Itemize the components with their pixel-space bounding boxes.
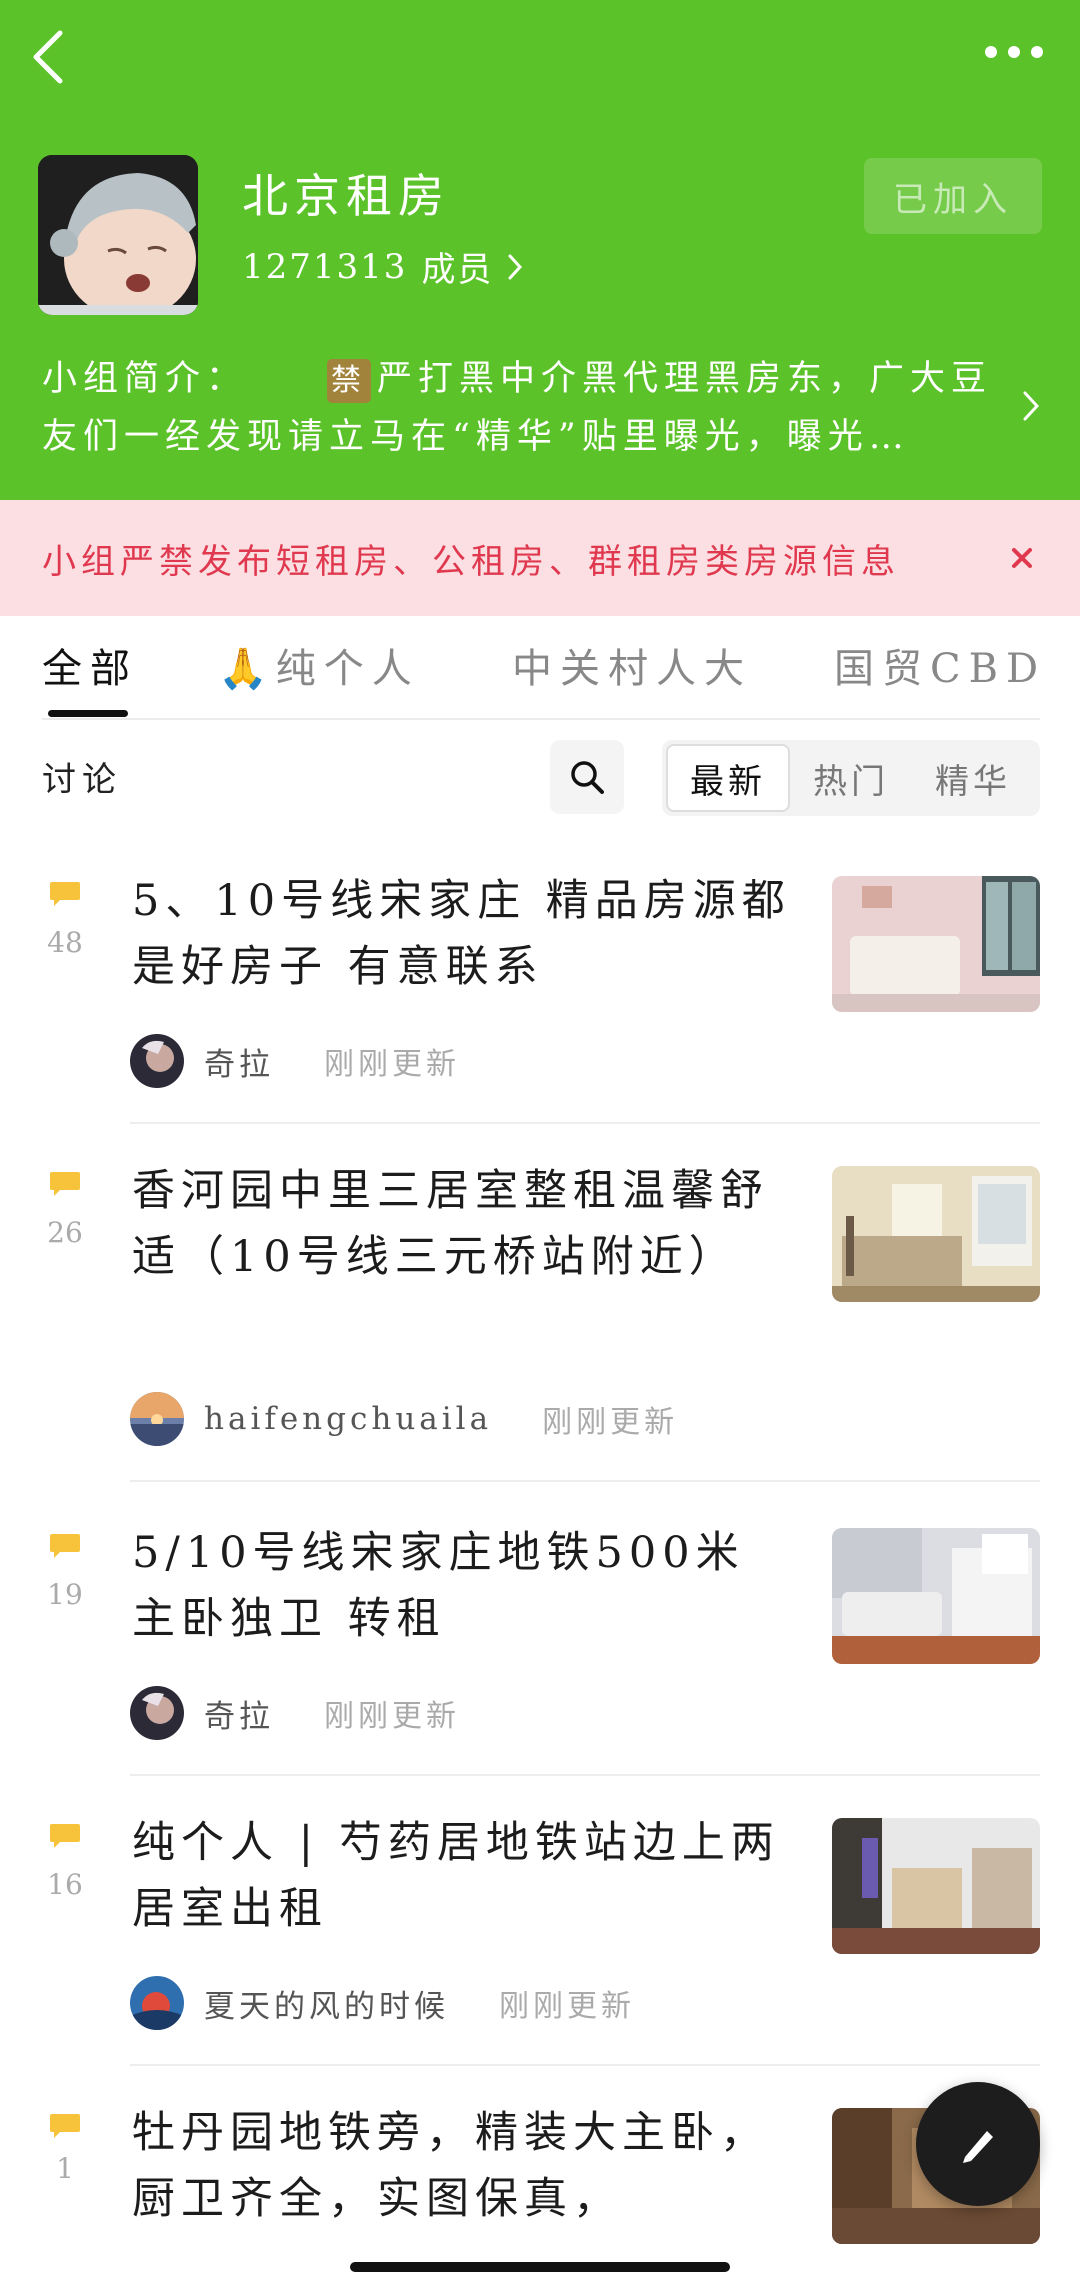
sort-featured[interactable]: 精华 [912,744,1034,812]
post-time: 刚刚更新 [499,1989,635,2024]
comment-icon [50,1534,80,1558]
tab-individual[interactable]: 🙏纯个人 [218,636,420,694]
member-label: 成员 [421,250,494,290]
member-count: 1271313 [242,246,408,287]
group-header: 北京租房 1271313 成员 已加入 小组简介：禁严打黑中介黑代理黑房东，广大… [0,0,1080,500]
post-thumbnail[interactable] [832,876,1040,1012]
comment-icon [50,2114,80,2138]
chevron-right-icon [508,254,523,279]
author-avatar[interactable] [130,1034,184,1088]
comment-count: 26 [47,1216,83,1249]
sort-toggle: 最新 热门 精华 [662,740,1040,816]
author-avatar[interactable] [130,1392,184,1446]
search-icon [571,761,604,794]
chevron-left-icon [33,30,63,84]
notice-text: 小组严禁发布短租房、公租房、群租房类房源信息 [42,541,900,582]
post-time: 刚刚更新 [324,1047,460,1082]
comment-icon [50,1172,80,1196]
more-dots-icon [985,46,1043,58]
post-title[interactable]: 5、10号线宋家庄 精品房源都是好房子 有意联系 [132,868,792,1000]
post-meta: haifengchuaila 刚刚更新 [130,1392,678,1446]
pencil-icon [963,2131,993,2163]
post-meta: 奇拉 刚刚更新 [130,1686,460,1740]
author-name[interactable]: 夏天的风的时候 [204,1981,449,2026]
divider [130,1480,1040,1482]
discussion-label: 讨论 [42,760,122,800]
post-title[interactable]: 牡丹园地铁旁，精装大主卧，厨卫齐全，实图保真， [132,2100,792,2232]
group-intro[interactable]: 小组简介：禁严打黑中介黑代理黑房东，广大豆友们一经发现请立马在“精华”贴里曝光，… [42,350,1002,466]
rules-notice: 小组严禁发布短租房、公租房、群租房类房源信息 [0,500,1080,616]
comment-icon [50,882,80,906]
close-icon[interactable] [1002,538,1042,578]
tab-guomao[interactable]: 国贸CBD [834,636,1046,694]
author-name[interactable]: haifengchuaila [204,1401,492,1437]
comment-icon [50,1824,80,1848]
sort-hot[interactable]: 热门 [790,744,912,812]
post-thumbnail[interactable] [832,1528,1040,1664]
post-title[interactable]: 纯个人 | 芍药居地铁站边上两居室出租 [132,1810,792,1942]
home-indicator [350,2262,730,2272]
post-meta: 夏天的风的时候 刚刚更新 [130,1976,635,2030]
divider [42,718,1040,720]
intro-label: 小组简介： [42,359,248,399]
post-title[interactable]: 香河园中里三居室整租温馨舒适（10号线三元桥站附近） [132,1158,792,1290]
divider [130,1774,1040,1776]
divider [130,1122,1040,1124]
post-thumbnail[interactable] [832,1818,1040,1954]
group-avatar[interactable] [38,155,198,315]
intro-chevron-right-icon[interactable] [1022,390,1040,422]
author-avatar[interactable] [130,1686,184,1740]
post-time: 刚刚更新 [542,1405,679,1440]
member-count-link[interactable]: 1271313 成员 [242,242,523,291]
comment-count: 16 [47,1868,83,1901]
category-tabs: 全部 🙏纯个人 中关村人大 国贸CBD [0,616,1080,720]
comment-count: 19 [47,1578,83,1611]
author-name[interactable]: 奇拉 [204,1691,274,1736]
post-meta: 奇拉 刚刚更新 [130,1034,460,1088]
author-avatar[interactable] [130,1976,184,2030]
group-title: 北京租房 [242,169,450,223]
comment-count: 1 [56,2152,74,2185]
ban-badge: 禁 [327,359,372,403]
post-time: 刚刚更新 [324,1699,460,1734]
tab-zhongguancun[interactable]: 中关村人大 [512,636,752,694]
post-thumbnail[interactable] [832,1166,1040,1302]
more-button[interactable] [964,30,1044,74]
divider [130,2064,1040,2066]
tab-all[interactable]: 全部 [42,636,138,694]
author-name[interactable]: 奇拉 [204,1039,274,1084]
search-button[interactable] [550,740,624,814]
joined-button[interactable]: 已加入 [864,158,1042,234]
active-tab-indicator [48,710,128,717]
compose-button[interactable] [916,2082,1040,2206]
post-title[interactable]: 5/10号线宋家庄地铁500米 主卧独卫 转租 [132,1520,792,1652]
back-button[interactable] [30,22,90,92]
sort-latest[interactable]: 最新 [666,744,790,812]
comment-count: 48 [47,926,83,959]
